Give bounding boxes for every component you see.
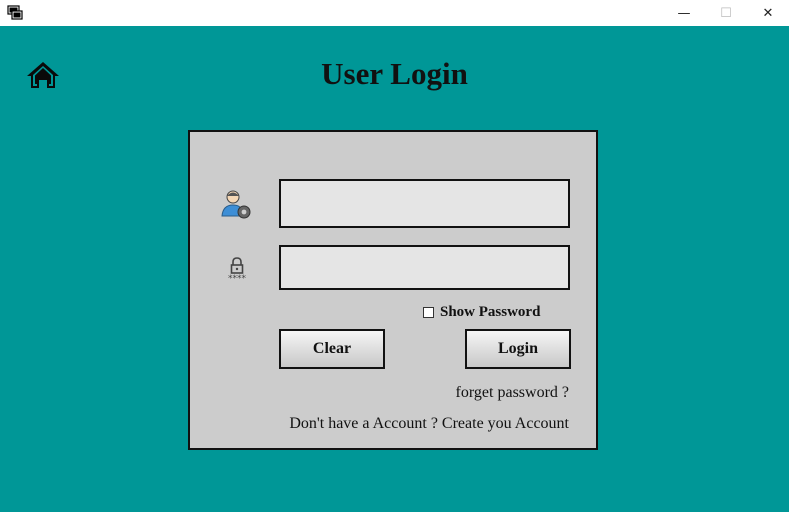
title-bar: — ☐ ✕ bbox=[0, 0, 789, 26]
svg-text:****: **** bbox=[228, 274, 247, 282]
show-password-checkbox[interactable] bbox=[423, 307, 434, 318]
minimize-button[interactable]: — bbox=[662, 0, 706, 26]
lock-password-icon: **** bbox=[228, 257, 247, 282]
password-input[interactable] bbox=[279, 245, 570, 290]
username-input[interactable] bbox=[279, 179, 570, 228]
create-account-link[interactable]: Don't have a Account ? Create you Accoun… bbox=[289, 415, 569, 433]
app-icon bbox=[7, 5, 23, 20]
show-password-label: Show Password bbox=[440, 304, 541, 320]
login-button[interactable]: Login bbox=[465, 329, 571, 369]
clear-button[interactable]: Clear bbox=[279, 329, 385, 369]
maximize-button[interactable]: ☐ bbox=[704, 0, 748, 26]
forget-password-link[interactable]: forget password ? bbox=[456, 384, 569, 402]
user-settings-icon bbox=[221, 190, 251, 219]
show-password-toggle[interactable]: Show Password bbox=[423, 304, 540, 321]
page-title: User Login bbox=[321, 56, 468, 91]
login-panel: **** Show Password Clear Login forget pa… bbox=[188, 130, 598, 450]
close-button[interactable]: ✕ bbox=[746, 0, 789, 26]
